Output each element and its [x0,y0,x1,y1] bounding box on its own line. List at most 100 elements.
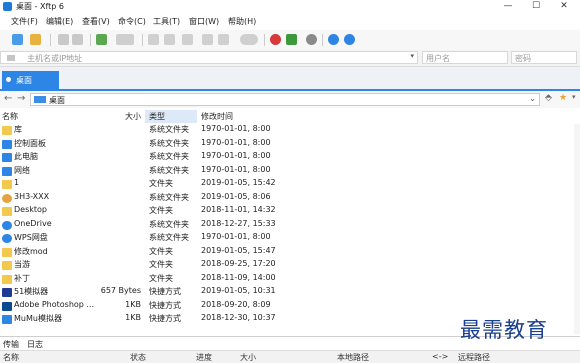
gear-icon[interactable] [306,34,317,45]
table-row[interactable]: 网络 系统文件夹 1970-01-01, 8:00 [0,165,580,178]
session-status-icon [6,77,11,82]
table-row[interactable]: 1 文件夹 2019-01-05, 15:42 [0,178,580,191]
new-folder-icon[interactable] [96,34,107,45]
table-row[interactable]: 此电脑 系统文件夹 1970-01-01, 8:00 [0,151,580,164]
paste-icon[interactable] [164,34,175,45]
file-type: 系统文件夹 [149,233,189,242]
rename-icon[interactable] [218,34,229,45]
maximize-button[interactable]: ☐ [522,0,550,13]
copy-icon[interactable] [148,34,159,45]
up-folder-icon[interactable]: ⬘ [545,93,552,103]
cloud-icon [2,234,12,243]
connect-icon[interactable] [58,34,69,45]
file-modified: 2018-12-27, 15:33 [201,218,276,228]
file-name: Adobe Photoshop ... [14,299,95,309]
file-type: 系统文件夹 [149,219,189,229]
open-folder-icon[interactable] [30,34,41,45]
disconnect-icon[interactable] [72,34,83,45]
path-input[interactable]: 桌面 ⌄ [30,93,540,106]
menu-file[interactable]: 文件(F) [11,16,38,27]
table-row[interactable]: 51模拟器 657 Bytes 快捷方式 2019-01-05, 10:31 [0,286,580,299]
file-size: 1KB [125,313,141,322]
file-name: 3H3-XXX [14,191,50,201]
chevron-down-icon[interactable]: ▾ [410,52,414,60]
host-input[interactable]: 主机名或IP地址 ▾ [0,51,418,64]
file-modified: 2018-09-20, 8:09 [201,299,271,309]
column-type[interactable]: 类型 [149,111,165,122]
table-row[interactable]: 控制面板 系统文件夹 1970-01-01, 8:00 [0,138,580,151]
file-name: 51模拟器 [14,287,49,296]
new-session-icon[interactable] [12,34,23,45]
table-row[interactable]: WPS网盘 系统文件夹 1970-01-01, 8:00 [0,232,580,245]
host-icon [7,55,15,61]
file-modified: 2019-01-05, 10:31 [201,286,276,295]
menu-tools[interactable]: 工具(T) [153,16,180,27]
menu-view[interactable]: 查看(V) [82,16,110,27]
menu-command[interactable]: 命令(C) [118,16,146,27]
column-name[interactable]: 名称 [2,111,18,122]
file-modified: 1970-01-01, 8:00 [201,232,271,241]
bookmark-dropdown-icon[interactable]: ▾ [572,93,576,101]
transfer-column-size[interactable]: 大小 [240,352,256,363]
user-icon [2,193,12,203]
control-panel-icon [2,139,12,149]
tab-desktop[interactable]: 桌面 [2,71,59,89]
password-input[interactable]: 密码 [511,51,577,64]
delete-icon[interactable] [202,34,213,45]
menu-help[interactable]: 帮助(H) [228,16,256,27]
transfer-column-direction[interactable]: <-> [432,352,448,361]
file-name: MuMu模拟器 [14,314,62,323]
status-icon[interactable] [240,34,258,45]
file-name: 库 [14,125,22,134]
transfer-column-status[interactable]: 状态 [130,352,146,363]
table-row[interactable]: Desktop 文件夹 2018-11-01, 14:32 [0,205,580,218]
column-modified[interactable]: 修改时间 [201,111,233,122]
table-row[interactable]: OneDrive 系统文件夹 2018-12-27, 15:33 [0,219,580,232]
file-type: 文件夹 [149,273,173,283]
transfer-column-remote-path[interactable]: 远程路径 [458,352,490,363]
table-row[interactable]: 修改mod 文件夹 2019-01-05, 15:47 [0,246,580,259]
chat-icon[interactable] [344,34,355,45]
menu-window[interactable]: 窗口(W) [189,16,219,27]
app-shortcut-icon [2,301,12,311]
transfer-mode-icon[interactable] [116,34,134,45]
help-icon[interactable] [328,34,339,45]
username-input[interactable]: 用户名 [422,51,508,64]
bookmark-icon[interactable]: ★ [559,93,567,103]
scrollbar[interactable] [574,124,580,334]
xftp-icon[interactable] [286,34,297,45]
minimize-button[interactable]: — [494,0,522,13]
column-size[interactable]: 大小 [125,111,141,122]
desktop-folder-icon [34,96,46,103]
close-button[interactable]: ✕ [550,0,578,13]
cloud-icon [2,220,12,230]
back-icon[interactable]: ← [4,93,12,104]
table-row[interactable]: 库 系统文件夹 1970-01-01, 8:00 [0,124,580,137]
username-placeholder: 用户名 [426,54,450,63]
file-name: 修改mod [14,246,48,256]
chevron-down-icon[interactable]: ⌄ [529,94,536,103]
tab-label: 桌面 [16,76,32,85]
file-type: 快捷方式 [149,314,181,323]
menu-edit[interactable]: 编辑(E) [46,16,73,27]
address-bar: 主机名或IP地址 ▾ 用户名 密码 [0,50,580,67]
table-row[interactable]: 补丁 文件夹 2018-11-09, 14:00 [0,273,580,286]
sync-icon[interactable] [182,34,193,45]
transfer-column-name[interactable]: 名称 [3,352,19,363]
file-modified: 1970-01-01, 8:00 [201,164,271,174]
table-row[interactable]: 当游 文件夹 2018-09-25, 17:20 [0,259,580,272]
xshell-icon[interactable] [270,34,281,45]
folder-icon [2,247,12,257]
tab-log[interactable]: 日志 [27,339,43,350]
toolbar-separator [322,34,323,46]
table-row[interactable]: Adobe Photoshop ... 1KB 快捷方式 2018-09-20, 8:… [0,300,580,313]
forward-icon[interactable]: → [17,93,25,104]
folder-icon [2,261,12,270]
table-row[interactable]: 3H3-XXX 系统文件夹 2019-01-05, 8:06 [0,192,580,205]
file-modified: 2018-12-30, 10:37 [201,313,276,322]
transfer-column-progress[interactable]: 进度 [196,352,212,363]
file-name: OneDrive [14,218,52,228]
menu-bar: 文件(F) 编辑(E) 查看(V) 命令(C) 工具(T) 窗口(W) 帮助(H… [0,13,580,30]
file-type: 文件夹 [149,206,173,215]
transfer-column-local-path[interactable]: 本地路径 [337,352,369,363]
